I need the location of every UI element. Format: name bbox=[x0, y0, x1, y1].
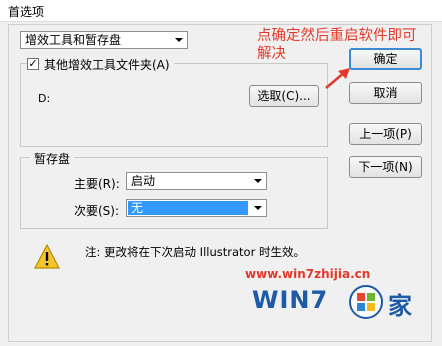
warning-icon bbox=[34, 243, 60, 270]
plugins-path: D: bbox=[38, 92, 51, 105]
chevron-down-icon bbox=[254, 179, 262, 183]
watermark-url: www.win7zhijia.cn bbox=[245, 267, 371, 281]
primary-disk-select[interactable]: 启动 bbox=[126, 172, 267, 190]
cancel-button[interactable]: 取消 bbox=[349, 82, 422, 104]
ok-button[interactable]: 确定 bbox=[349, 48, 422, 70]
next-button[interactable]: 下一项(N) bbox=[349, 156, 422, 178]
primary-disk-value: 启动 bbox=[131, 174, 156, 188]
windows-logo-icon bbox=[348, 284, 384, 320]
secondary-disk-select[interactable]: 无 bbox=[126, 199, 267, 217]
scratch-disks-group bbox=[20, 157, 328, 229]
watermark-logo-text-group: WIN7 bbox=[252, 286, 348, 318]
category-select[interactable]: 增效工具和暂存盘 bbox=[20, 31, 188, 49]
chevron-down-icon bbox=[175, 38, 183, 42]
primary-label: 主要(R): bbox=[74, 177, 120, 191]
secondary-disk-value: 无 bbox=[128, 201, 248, 215]
plugins-checkbox-label[interactable]: 其他增效工具文件夹(A) bbox=[40, 56, 174, 73]
category-select-value: 增效工具和暂存盘 bbox=[25, 33, 122, 47]
restart-note: 注: 更改将在下次启动 Illustrator 时生效。 bbox=[85, 245, 305, 259]
window-title: 首选项 bbox=[0, 0, 442, 22]
scratch-disks-legend: 暂存盘 bbox=[30, 150, 75, 167]
annotation-line-1: 点确定然后重启软件即可 bbox=[257, 28, 417, 44]
check-icon: ✓ bbox=[28, 57, 38, 70]
chevron-down-icon bbox=[254, 206, 262, 210]
choose-folder-button[interactable]: 选取(C)... bbox=[249, 85, 319, 107]
watermark-logo: WIN7 bbox=[252, 286, 329, 314]
previous-button[interactable]: 上一项(P) bbox=[349, 123, 422, 145]
plugins-checkbox[interactable]: ✓ bbox=[27, 58, 39, 70]
annotation-line-2: 解决 bbox=[257, 46, 286, 62]
watermark-cn-char: 家 bbox=[388, 292, 412, 320]
secondary-label: 次要(S): bbox=[74, 204, 120, 218]
red-arrow-icon bbox=[323, 66, 353, 92]
